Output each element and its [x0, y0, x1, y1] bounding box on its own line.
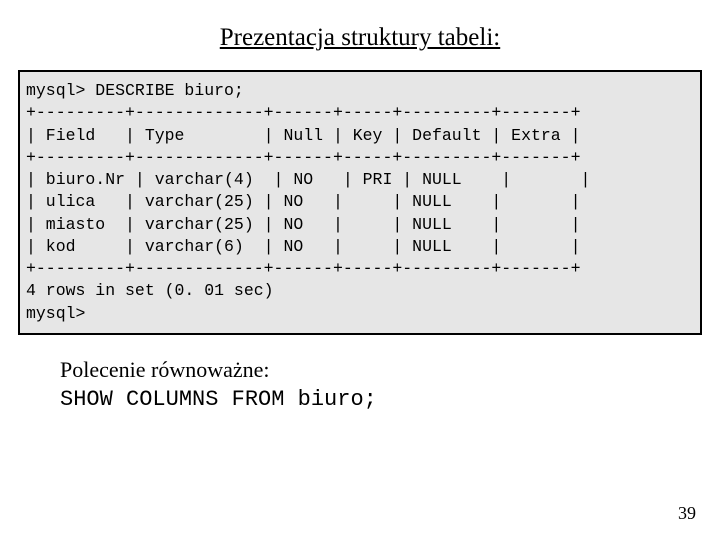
- code-block: mysql> DESCRIBE biuro; +---------+------…: [18, 70, 702, 335]
- code-line-5: | ulica | varchar(25) | NO | | NULL | |: [26, 192, 581, 211]
- code-line-0: mysql> DESCRIBE biuro;: [26, 81, 244, 100]
- page-number: 39: [678, 503, 696, 524]
- code-line-9: 4 rows in set (0. 01 sec): [26, 281, 274, 300]
- code-line-3: +---------+-------------+------+-----+--…: [26, 148, 581, 167]
- code-line-2: | Field | Type | Null | Key | Default | …: [26, 126, 581, 145]
- slide-title: Prezentacja struktury tabeli:: [0, 0, 720, 70]
- code-line-1: +---------+-------------+------+-----+--…: [26, 103, 581, 122]
- equivalent-command: SHOW COLUMNS FROM biuro;: [60, 385, 660, 415]
- code-line-7: | kod | varchar(6) | NO | | NULL | |: [26, 237, 581, 256]
- code-line-6: | miasto | varchar(25) | NO | | NULL | |: [26, 215, 581, 234]
- equivalent-label: Polecenie równoważne:: [60, 355, 660, 385]
- slide: Prezentacja struktury tabeli: mysql> DES…: [0, 0, 720, 540]
- code-line-10: mysql>: [26, 304, 85, 323]
- code-line-8: +---------+-------------+------+-----+--…: [26, 259, 581, 278]
- footer-text: Polecenie równoważne: SHOW COLUMNS FROM …: [60, 355, 660, 414]
- code-line-4: | biuro.Nr | varchar(4) | NO | PRI | NUL…: [26, 170, 590, 189]
